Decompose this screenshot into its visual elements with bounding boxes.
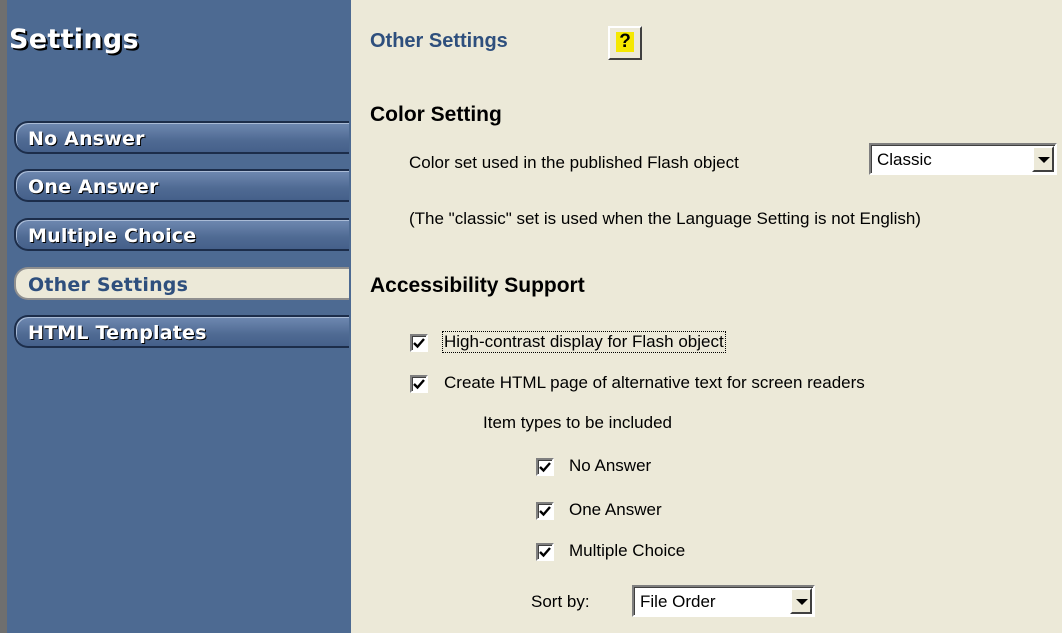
sidebar-item-multiple-choice[interactable]: Multiple Choice: [14, 218, 349, 251]
color-setting-heading: Color Setting: [370, 103, 502, 126]
item-type-one-answer-checkbox[interactable]: [536, 502, 554, 520]
color-set-label: Color set used in the published Flash ob…: [409, 153, 739, 172]
help-button[interactable]: ?: [608, 26, 642, 60]
item-type-multiple-choice-checkbox[interactable]: [536, 543, 554, 561]
sidebar-item-html-templates[interactable]: HTML Templates: [14, 315, 349, 348]
dropdown-arrow-icon[interactable]: [790, 588, 812, 614]
item-type-no-answer-label[interactable]: No Answer: [569, 456, 651, 476]
sidebar-item-label: HTML Templates: [28, 322, 207, 344]
sidebar-item-label: One Answer: [28, 176, 159, 198]
sidebar-item-label: Other Settings: [28, 274, 189, 296]
alt-text-label[interactable]: Create HTML page of alternative text for…: [444, 373, 865, 393]
sidebar-item-label: Multiple Choice: [28, 225, 197, 247]
sort-by-value: File Order: [640, 592, 716, 611]
item-type-one-answer-label[interactable]: One Answer: [569, 500, 662, 520]
item-type-no-answer-checkbox[interactable]: [536, 458, 554, 476]
sidebar-item-other-settings[interactable]: Other Settings: [14, 267, 349, 300]
sort-by-label: Sort by:: [531, 592, 590, 611]
color-set-select[interactable]: Classic: [869, 143, 1057, 175]
high-contrast-label[interactable]: High-contrast display for Flash object: [442, 331, 726, 353]
sort-by-select[interactable]: File Order: [632, 585, 815, 617]
sidebar-title: Settings: [9, 24, 139, 55]
settings-panel: Other Settings ? Color Setting Color set…: [351, 0, 1062, 633]
sidebar-item-label: No Answer: [28, 128, 145, 150]
accessibility-heading: Accessibility Support: [370, 274, 585, 297]
checkmark-icon: [539, 506, 551, 517]
settings-sidebar: Settings No Answer One Answer Multiple C…: [0, 0, 351, 633]
item-types-label: Item types to be included: [483, 413, 673, 432]
dropdown-arrow-icon[interactable]: [1032, 146, 1054, 172]
high-contrast-checkbox[interactable]: [410, 334, 428, 352]
checkmark-icon: [539, 547, 551, 558]
color-set-note: (The "classic" set is used when the Lang…: [409, 209, 921, 228]
page-title: Other Settings: [370, 30, 508, 52]
item-type-multiple-choice-label[interactable]: Multiple Choice: [569, 541, 685, 561]
sidebar-item-no-answer[interactable]: No Answer: [14, 121, 349, 154]
checkmark-icon: [413, 379, 425, 390]
help-icon: ?: [616, 32, 634, 52]
color-set-value: Classic: [877, 150, 932, 169]
alt-text-checkbox[interactable]: [410, 375, 428, 393]
sidebar-item-one-answer[interactable]: One Answer: [14, 169, 349, 202]
checkmark-icon: [539, 462, 551, 473]
checkmark-icon: [413, 338, 425, 349]
